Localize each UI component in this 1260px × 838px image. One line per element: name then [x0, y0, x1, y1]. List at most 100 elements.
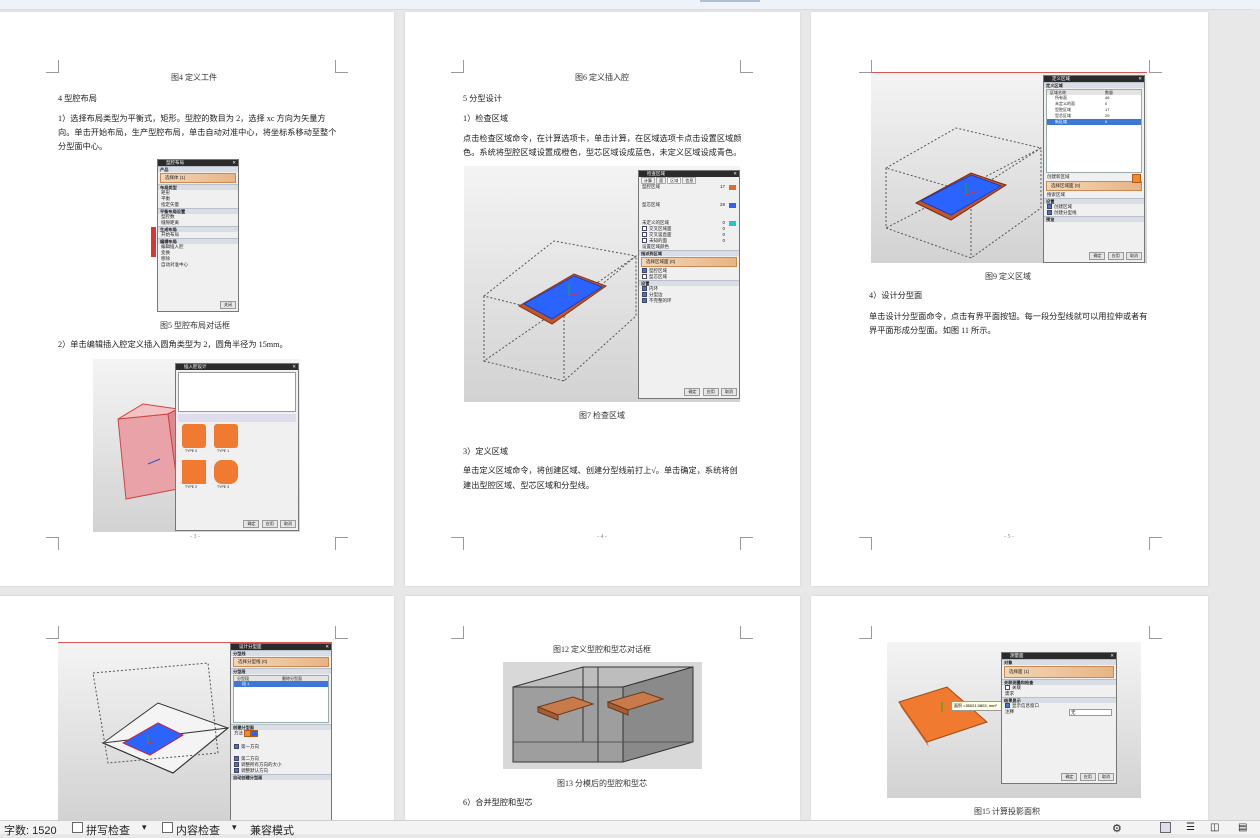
figure-caption: 图12 定义型腔和型芯对话框	[553, 645, 651, 654]
document-page-6: 设计分型面 ✕ 分型线 选择分型线 (0) 分型段 分型段 删除分型面 段 1 创建…	[0, 596, 394, 820]
check-region-model	[482, 240, 638, 382]
paragraph-line: 建出型腔区域、型芯区域和分型线。	[463, 481, 595, 490]
paragraph-line: 1）选择布局类型为平衡式，矩形。型腔的数目为 2，选择 xc 方向为矢量方	[58, 114, 326, 123]
spell-check-icon	[72, 822, 83, 833]
chevron-down-icon[interactable]: ▾	[142, 822, 147, 833]
type-label: TYPE 3	[217, 485, 230, 489]
type-preview-1	[214, 424, 238, 448]
parting-surface-model	[92, 662, 230, 774]
crop-mark	[859, 626, 872, 639]
measure-area-screenshot: 面积 =35021.0803, mm² 测量面 ✕ 对象 选择面 (1) 关联测量…	[887, 642, 1141, 798]
define-region-model	[884, 127, 1043, 259]
crop-mark	[451, 60, 464, 73]
create-region-row: 创建新区域	[1044, 174, 1144, 183]
dialog-section: 指派到区域	[639, 250, 739, 256]
type-label: TYPE 2	[185, 485, 198, 489]
ok-button: 确定	[1061, 773, 1078, 781]
status-bar: 字数: 1520 拼写检查 ▾ 内容检查 ▾ 兼容模式 ⚙ ☰ ◫ ▤	[0, 820, 1260, 837]
apply-button: 应用	[1079, 773, 1096, 781]
selection-row: 选择区域面 (0)	[641, 257, 737, 267]
selection-row: 选择面 (1)	[1004, 666, 1114, 678]
dialog-section: 产品	[158, 166, 238, 172]
design-parting-dialog: 设计分型面 ✕ 分型线 选择分型线 (0) 分型段 分型段 删除分型面 段 1 创建…	[230, 643, 332, 820]
crop-mark	[740, 537, 753, 550]
figure-caption: 图4 定义工件	[171, 73, 217, 82]
dialog-section: 自动创建分型面	[231, 774, 331, 780]
parting-surface-screenshot: 设计分型面 ✕ 分型线 选择分型线 (0) 分型段 分型段 删除分型面 段 1 创建…	[58, 642, 332, 820]
dialog-titlebar: 测量面 ✕	[1002, 653, 1116, 659]
selection-row: 选择分型线 (0)	[233, 657, 329, 667]
crop-mark	[46, 626, 59, 639]
page-number: - 5 -	[1004, 534, 1014, 540]
crop-mark	[335, 626, 348, 639]
type-label: TYPE 0	[185, 449, 198, 453]
measure-area-model	[898, 686, 988, 747]
figure-caption: 图15 计算投影面积	[974, 807, 1040, 816]
measure-face-dialog: 测量面 ✕ 对象 选择面 (1) 关联测量和检查 关联 需求 结果显示 显示信息窗…	[1001, 652, 1117, 784]
dialog-section: 定义区域	[1044, 82, 1144, 88]
mold-split-model	[512, 666, 694, 763]
table-row: 段 1	[234, 681, 328, 687]
check-region-screenshot: 检查区域 ✕ 计算 面 区域 信息 型腔区域 17 型芯区域 29 未定义的区域 0 交…	[464, 166, 740, 402]
word-count[interactable]: 字数: 1520	[4, 822, 57, 838]
section-heading: 4 型腔布局	[58, 94, 97, 103]
crop-mark	[451, 537, 464, 550]
figure-caption: 图7 检查区域	[579, 411, 625, 420]
crop-mark	[740, 60, 753, 73]
crop-mark	[859, 537, 872, 550]
apply-button: 应用	[261, 520, 278, 528]
crop-mark	[335, 537, 348, 550]
dialog-titlebar: 型腔布局 ✕	[158, 160, 238, 166]
table-row: 新区域 0	[1047, 119, 1141, 125]
book-view-icon[interactable]: ◫	[1210, 822, 1219, 833]
settings-icon[interactable]: ⚙	[1112, 822, 1122, 835]
figure-caption: 图5 型腔布局对话框	[160, 321, 230, 330]
paragraph-line: 界平面形成分型面。如图 11 所示。	[869, 326, 996, 335]
insert-pocket-dialog: 插入腔设计 ✕ TYPE 0 TYPE 1 TYPE 2 TYPE 3 确定 应用…	[175, 363, 299, 531]
type-preview-2	[182, 460, 206, 484]
dialog-tabs: 计算 面 区域 信息	[639, 177, 739, 184]
model-edge-fragment	[151, 227, 156, 257]
paragraph-line: 点击检查区域命令，在计算选项卡，单击计算，在区域选项卡点击设置区域颜	[463, 134, 742, 143]
web-view-icon[interactable]: ▤	[1238, 822, 1247, 833]
region-table: 区域名称 数量 所有面 46 未定义的面 0 型腔区域 17 型芯区域 29 新区域 0	[1046, 89, 1142, 173]
paragraph-line: 3）定义区域	[463, 447, 509, 456]
dialog-titlebar: 设计分型面 ✕	[231, 644, 331, 650]
cancel-button: 取消	[1098, 773, 1114, 781]
spell-check-toggle[interactable]: 拼写检查	[86, 822, 130, 838]
segment-table: 分型段 删除分型面 段 1	[233, 675, 329, 723]
page-view-icon[interactable]	[1160, 822, 1171, 833]
paragraph-line: 向。单击开始布局，生产型腔布局，单击自动对准中心，将坐标系移动至整个	[58, 128, 337, 137]
paragraph-line: 6）合并型腔和型芯	[463, 798, 533, 807]
parameter-list	[178, 372, 296, 412]
outline-view-icon[interactable]: ☰	[1186, 822, 1195, 833]
define-region-screenshot: 定义区域 ✕ 定义区域 区域名称 数量 所有面 46 未定义的面 0 型腔区域 17 型芯…	[871, 72, 1147, 263]
crop-mark	[46, 537, 59, 550]
paragraph-line: 单击设计分型面命令，点击有界平面按钮。每一段分型线就可以用拉伸或者有	[869, 312, 1148, 321]
crop-mark	[740, 626, 753, 639]
type-tabs	[178, 414, 296, 422]
type-label: TYPE 1	[217, 449, 230, 453]
content-check-toggle[interactable]: 内容检查	[176, 822, 220, 838]
vertical-scrollbar[interactable]	[1252, 9, 1260, 819]
cancel-button: 取消	[721, 388, 737, 396]
dialog-row: 自动对准中心	[161, 262, 188, 267]
paragraph-line: 1）检查区域	[463, 114, 509, 123]
ruler-marker	[700, 0, 760, 2]
paragraph-line: 2）单击编辑插入腔定义插入圆角类型为 2，圆角半径为 15mm。	[58, 340, 288, 349]
figure-caption: 图6 定义插入腔	[575, 73, 629, 82]
page-number: - 4 -	[597, 534, 607, 540]
document-page-8: 面积 =35021.0803, mm² 测量面 ✕ 对象 选择面 (1) 关联测量…	[811, 596, 1208, 820]
dialog-titlebar: 定义区域 ✕	[1044, 76, 1144, 82]
chevron-down-icon[interactable]: ▾	[232, 822, 237, 833]
ok-button: 确定	[1089, 252, 1106, 260]
section-heading: 5 分型设计	[463, 94, 502, 103]
close-button: 关闭	[220, 301, 236, 309]
ok-button: 确定	[243, 520, 260, 528]
mold-split-screenshot	[503, 662, 702, 769]
crop-mark	[1149, 60, 1162, 73]
type-preview-3	[214, 460, 238, 484]
figure-caption: 图13 分模后的型腔和型芯	[557, 779, 647, 788]
dialog-section: 分型段	[231, 668, 331, 674]
document-page-4: 图6 定义插入腔 5 分型设计 1）检查区域 点击检查区域命令，在计算选项卡，单…	[405, 12, 800, 586]
